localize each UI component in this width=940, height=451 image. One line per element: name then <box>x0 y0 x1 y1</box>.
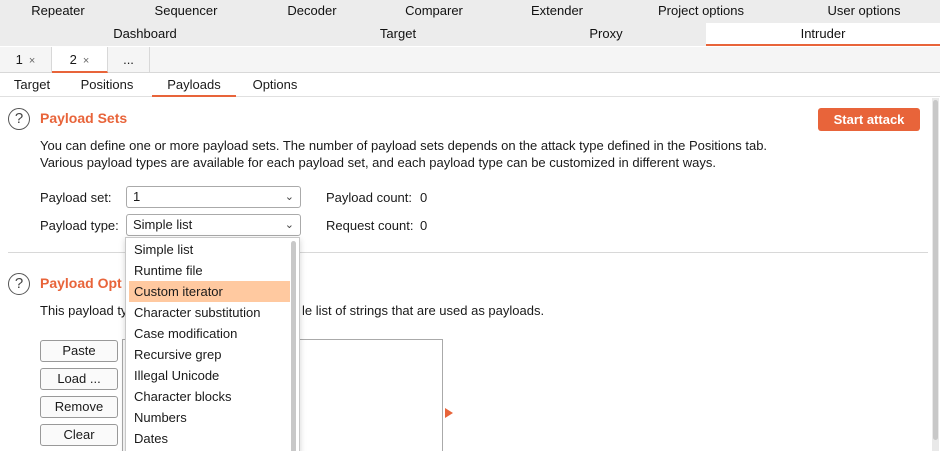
tab-extender[interactable]: Extender <box>500 0 614 23</box>
tab-dashboard[interactable]: Dashboard <box>0 23 290 46</box>
dropdown-option-case-modification[interactable]: Case modification <box>129 323 290 344</box>
subtab-options[interactable]: Options <box>240 73 310 97</box>
payload-set-value: 1 <box>133 189 141 204</box>
intruder-sub-tabs: Target Positions Payloads Options <box>0 73 940 97</box>
payload-sets-title: Payload Sets <box>40 110 128 126</box>
payload-set-label: Payload set: <box>40 190 112 205</box>
subtab-positions[interactable]: Positions <box>68 73 146 97</box>
payload-type-label: Payload type: <box>40 218 119 233</box>
expand-arrow-icon[interactable] <box>445 408 453 418</box>
tab-proxy[interactable]: Proxy <box>506 23 706 46</box>
dropdown-option-custom-iterator[interactable]: Custom iterator <box>129 281 290 302</box>
clear-button[interactable]: Clear <box>40 424 118 446</box>
payload-count-label: Payload count: <box>326 190 413 205</box>
tab-target[interactable]: Target <box>290 23 506 46</box>
tool-tabs-row-1: Repeater Sequencer Decoder Comparer Exte… <box>0 0 940 23</box>
payload-count-value: 0 <box>420 190 428 205</box>
dropdown-option-recursive-grep[interactable]: Recursive grep <box>129 344 290 365</box>
dropdown-option-numbers[interactable]: Numbers <box>129 407 290 428</box>
intruder-instance-tabs: 1 × 2 × ... <box>0 47 940 73</box>
remove-button[interactable]: Remove <box>40 396 118 418</box>
request-count-value: 0 <box>420 218 428 233</box>
request-count-label: Request count: <box>326 218 414 233</box>
tab-sequencer[interactable]: Sequencer <box>116 0 256 23</box>
start-attack-button[interactable]: Start attack <box>818 108 920 131</box>
payload-sets-description-2: Various payload types are available for … <box>40 155 716 170</box>
scrollbar-thumb[interactable] <box>933 100 938 440</box>
dropdown-option-simple-list[interactable]: Simple list <box>129 239 290 260</box>
instance-tab-label: 2 <box>69 52 77 67</box>
dropdown-scrollbar[interactable] <box>291 241 296 451</box>
main-scrollbar[interactable] <box>932 98 939 451</box>
paste-button[interactable]: Paste <box>40 340 118 362</box>
dropdown-option-dates[interactable]: Dates <box>129 428 290 449</box>
tab-project-options[interactable]: Project options <box>614 0 788 23</box>
subtab-target[interactable]: Target <box>4 73 60 97</box>
payload-type-value: Simple list <box>133 217 193 232</box>
tab-decoder[interactable]: Decoder <box>256 0 368 23</box>
instance-tab-1[interactable]: 1 × <box>0 47 52 73</box>
close-icon[interactable]: × <box>29 55 35 67</box>
new-instance-tab[interactable]: ... <box>108 47 150 73</box>
instance-tab-2[interactable]: 2 × <box>52 47 108 73</box>
tab-intruder[interactable]: Intruder <box>706 23 940 46</box>
payload-type-select[interactable]: Simple list ⌄ <box>126 214 301 236</box>
payload-set-select[interactable]: 1 ⌄ <box>126 186 301 208</box>
payload-options-description: This payload ty <box>40 303 128 318</box>
tab-user-options[interactable]: User options <box>788 0 940 23</box>
payload-sets-description-1: You can define one or more payload sets.… <box>40 138 768 153</box>
chevron-down-icon: ⌄ <box>284 191 294 203</box>
dropdown-option-runtime-file[interactable]: Runtime file <box>129 260 290 281</box>
load-button[interactable]: Load ... <box>40 368 118 390</box>
dropdown-option-character-substitution[interactable]: Character substitution <box>129 302 290 323</box>
dropdown-option-illegal-unicode[interactable]: Illegal Unicode <box>129 365 290 386</box>
help-icon[interactable]: ? <box>8 273 30 295</box>
tool-tabs-row-2: Dashboard Target Proxy Intruder <box>0 23 940 46</box>
payload-options-description-rest: le list of strings that are used as payl… <box>302 303 545 318</box>
tab-repeater[interactable]: Repeater <box>0 0 116 23</box>
subtab-payloads[interactable]: Payloads <box>152 73 236 97</box>
payload-options-title: Payload Opt <box>40 275 122 291</box>
dropdown-option-character-blocks[interactable]: Character blocks <box>129 386 290 407</box>
help-icon[interactable]: ? <box>8 108 30 130</box>
chevron-down-icon: ⌄ <box>284 219 294 231</box>
tab-comparer[interactable]: Comparer <box>368 0 500 23</box>
close-icon[interactable]: × <box>83 55 89 67</box>
instance-tab-label: 1 <box>15 52 23 67</box>
payload-type-dropdown: Simple list Runtime file Custom iterator… <box>125 237 300 451</box>
